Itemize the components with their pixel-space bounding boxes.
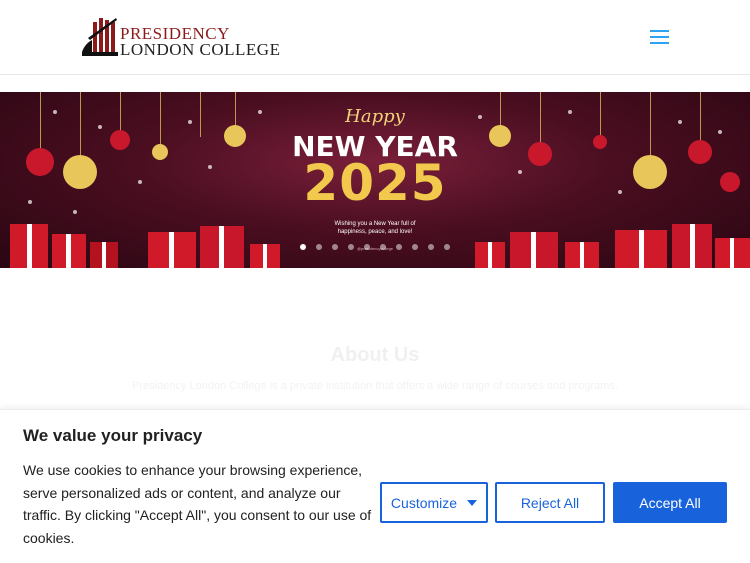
- slide-wish-text: Wishing you a New Year full of happiness…: [334, 221, 416, 235]
- cookie-title: We value your privacy: [23, 426, 203, 445]
- slider-dot-8[interactable]: [412, 244, 418, 250]
- caret-down-icon: [467, 499, 478, 506]
- cookie-description: We use cookies to enhance your browsing …: [23, 462, 372, 546]
- slider-dot-9[interactable]: [428, 244, 434, 250]
- slide-year-text: 2025: [303, 154, 447, 212]
- logo-text-london-college: LONDON COLLEGE: [120, 40, 281, 59]
- slide-happy-text: Happy: [345, 106, 405, 127]
- hero-slider[interactable]: Happy NEW YEAR 2025 Wishing you a New Ye…: [0, 92, 750, 268]
- accept-all-label: Accept All: [639, 494, 701, 511]
- slider-dot-2[interactable]: [316, 244, 322, 250]
- hamburger-menu-icon[interactable]: [650, 30, 669, 44]
- cookie-consent-banner: We value your privacy We use cookies to …: [0, 409, 750, 563]
- reject-all-button[interactable]: Reject All: [495, 482, 605, 523]
- site-header: PRESIDENCY LONDON COLLEGE: [0, 0, 750, 75]
- slider-dot-10[interactable]: [444, 244, 450, 250]
- slide-credit-text: @presidencycollege: [356, 246, 394, 251]
- customize-button-label: Customize: [390, 494, 458, 511]
- about-us-text: Presidency London College is a private i…: [132, 380, 618, 392]
- customize-button[interactable]: Customize: [380, 482, 488, 523]
- slider-dot-4[interactable]: [348, 244, 354, 250]
- slider-dot-5[interactable]: [364, 244, 370, 250]
- reject-all-label: Reject All: [520, 494, 580, 511]
- logo-building-icon: [82, 18, 118, 56]
- accept-all-button[interactable]: Accept All: [613, 482, 727, 523]
- slider-dot-3[interactable]: [332, 244, 338, 250]
- slider-dot-1[interactable]: [300, 244, 306, 250]
- college-logo[interactable]: PRESIDENCY LONDON COLLEGE: [80, 16, 280, 60]
- about-us-heading: About Us: [330, 344, 420, 366]
- slider-dot-7[interactable]: [396, 244, 402, 250]
- slider-dot-6[interactable]: [380, 244, 386, 250]
